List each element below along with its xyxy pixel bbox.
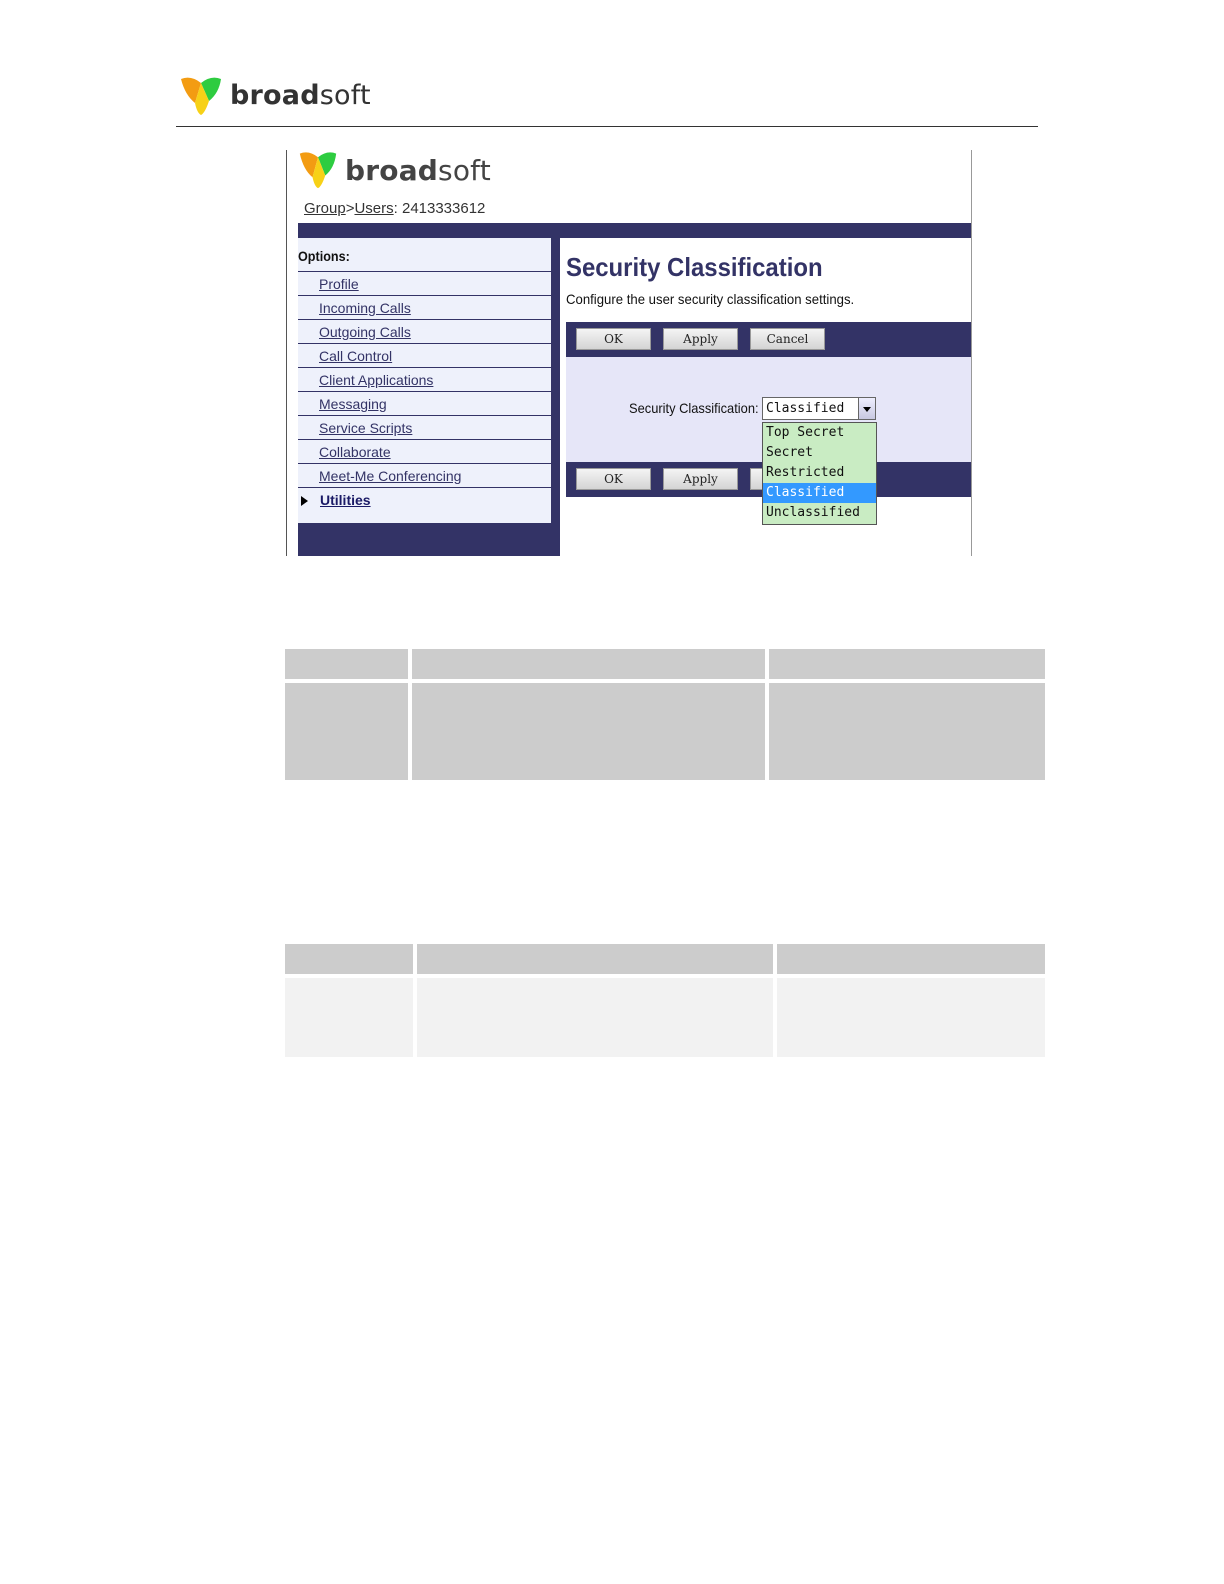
nav-link-utilities[interactable]: Utilities: [320, 492, 371, 508]
nav-item-collaborate[interactable]: Collaborate: [298, 439, 551, 463]
screenshot-logo: broadsoft: [298, 150, 491, 190]
nav-item-service-scripts[interactable]: Service Scripts: [298, 415, 551, 439]
nav-link-collaborate[interactable]: Collaborate: [319, 444, 391, 460]
nav-link-messaging[interactable]: Messaging: [319, 396, 387, 412]
top-button-bar: OK Apply Cancel: [566, 322, 971, 357]
content-corner: [560, 238, 570, 248]
breadcrumb-users-link[interactable]: Users: [354, 200, 393, 217]
logo-wordmark: broadsoft: [230, 79, 371, 111]
table2-row-cell-3: [777, 978, 1045, 1057]
nav-item-call-control[interactable]: Call Control: [298, 343, 551, 367]
expand-arrow-icon: [301, 496, 308, 507]
option-top-secret[interactable]: Top Secret: [763, 423, 876, 443]
nav-item-incoming-calls[interactable]: Incoming Calls: [298, 295, 551, 319]
broadsoft-logo: broadsoft: [179, 72, 371, 118]
table1-row-cell-1: [285, 683, 408, 780]
page-title: Security Classification: [566, 252, 823, 282]
nav-item-meet-me-conferencing[interactable]: Meet-Me Conferencing: [298, 463, 551, 487]
table1-row-cell-2: [412, 683, 765, 780]
table2-header-cell-2: [417, 944, 773, 974]
nav-link-meet-me-conferencing[interactable]: Meet-Me Conferencing: [319, 468, 461, 484]
top-bar: [298, 223, 971, 238]
nav-link-incoming-calls[interactable]: Incoming Calls: [319, 300, 411, 316]
nav-item-outgoing-calls[interactable]: Outgoing Calls: [298, 319, 551, 343]
nav-link-call-control[interactable]: Call Control: [319, 348, 392, 364]
nav-link-client-applications[interactable]: Client Applications: [319, 372, 433, 388]
apply-button-top[interactable]: Apply: [663, 328, 738, 350]
table2-header-cell-1: [285, 944, 413, 974]
nav-link-service-scripts[interactable]: Service Scripts: [319, 420, 412, 436]
nav-item-messaging[interactable]: Messaging: [298, 391, 551, 415]
table1-header-cell-3: [769, 649, 1045, 679]
nav-item-utilities[interactable]: Utilities: [298, 487, 551, 513]
dropdown-arrow-icon[interactable]: [858, 398, 875, 419]
option-unclassified[interactable]: Unclassified: [763, 503, 876, 523]
option-classified[interactable]: Classified: [763, 483, 876, 503]
nav-link-profile[interactable]: Profile: [319, 276, 359, 292]
apply-button-bottom[interactable]: Apply: [663, 468, 738, 490]
nav-item-client-applications[interactable]: Client Applications: [298, 367, 551, 391]
option-secret[interactable]: Secret: [763, 443, 876, 463]
ui-screenshot: broadsoft Group>Users: 2413333612 Option…: [286, 150, 972, 556]
nav-list: Profile Incoming Calls Outgoing Calls Ca…: [298, 271, 551, 513]
table2-row-cell-1: [285, 978, 413, 1057]
table1-row-cell-3: [769, 683, 1045, 780]
cancel-button-top[interactable]: Cancel: [750, 328, 825, 350]
ok-button-bottom[interactable]: OK: [576, 468, 651, 490]
table2-row-cell-2: [417, 978, 773, 1057]
page-description: Configure the user security classificati…: [566, 291, 855, 307]
page-header: broadsoft: [176, 72, 1038, 127]
screenshot-wordmark: broadsoft: [345, 153, 491, 187]
options-label: Options:: [298, 248, 350, 264]
left-nav: Options: Profile Incoming Calls Outgoing…: [298, 238, 551, 523]
classification-dropdown-list: Top Secret Secret Restricted Classified …: [762, 422, 877, 525]
logo-mark-icon: [181, 77, 221, 115]
breadcrumb-user-id: : 2413333612: [393, 200, 486, 217]
logo-mark-icon: [299, 152, 337, 189]
table1-header-cell-2: [412, 649, 765, 679]
option-restricted[interactable]: Restricted: [763, 463, 876, 483]
table2-header-cell-3: [777, 944, 1045, 974]
security-classification-select[interactable]: Classified: [762, 397, 876, 420]
breadcrumb-group-link[interactable]: Group: [304, 200, 346, 217]
security-classification-label: Security Classification:: [629, 400, 759, 416]
nav-item-profile[interactable]: Profile: [298, 271, 551, 295]
table1-header-cell-1: [285, 649, 408, 679]
select-value: Classified: [766, 401, 845, 416]
breadcrumb: Group>Users: 2413333612: [304, 200, 485, 217]
ok-button-top[interactable]: OK: [576, 328, 651, 350]
nav-link-outgoing-calls[interactable]: Outgoing Calls: [319, 324, 411, 340]
